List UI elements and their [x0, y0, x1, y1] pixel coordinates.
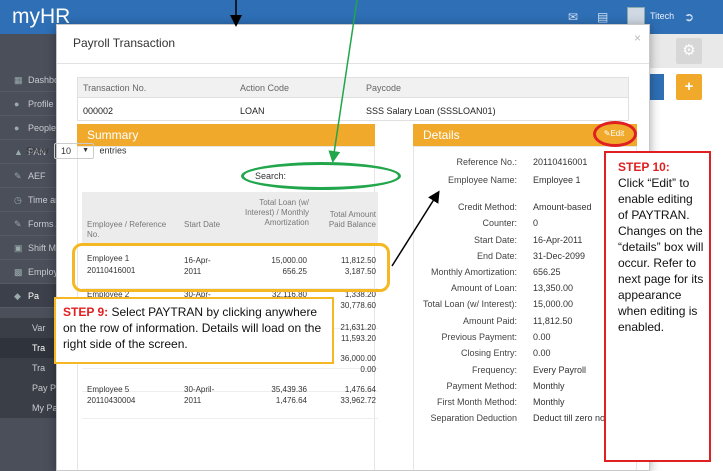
detail-value: 15,000.00	[533, 299, 574, 309]
detail-label: First Month Method:	[436, 397, 517, 407]
pencil-icon: ✎	[14, 171, 22, 181]
mail-icon[interactable]: ✉	[568, 10, 578, 24]
detail-label: Reference No.:	[456, 157, 517, 167]
entries-control: Show 10 ▼ entries	[26, 143, 127, 159]
step9-callout: STEP 9: Select PAYTRAN by clicking anywh…	[54, 297, 334, 364]
detail-value: 0	[533, 218, 539, 228]
detail-value: Monthly	[533, 397, 565, 407]
detail-label: Previous Payment:	[441, 332, 517, 342]
people-icon: ●	[14, 123, 20, 133]
dashboard-icon: ▦	[14, 75, 23, 85]
sidebar-sub-transaction-2[interactable]: Tra	[0, 358, 62, 378]
transaction-info-table: Transaction No. Action Code Paycode 0000…	[77, 77, 629, 121]
avatar[interactable]	[627, 7, 645, 25]
transaction-header-row	[78, 78, 628, 98]
detail-value: 0.00	[533, 332, 551, 342]
panel-strip	[650, 74, 664, 100]
detail-value: Amount-based	[533, 202, 592, 212]
detail-value: Deduct till zero no	[533, 413, 606, 423]
step10-label: STEP 10:	[618, 160, 670, 174]
step10-text: Click “Edit” to enable editing of PAYTRA…	[618, 176, 704, 334]
detail-value: Monthly	[533, 381, 565, 391]
detail-label: End Date:	[476, 251, 517, 261]
sidebar-sub-my-payslip[interactable]: My Pay	[0, 398, 62, 418]
detail-label: Separation Deduction	[430, 413, 517, 423]
detail-label: Counter:	[482, 218, 517, 228]
detail-value: Employee 1	[533, 175, 581, 185]
logout-icon[interactable]: ➲	[684, 10, 694, 24]
col-total-loan[interactable]: Total Loan (w/ Interest) / Monthly Amort…	[234, 198, 309, 228]
action-code-value: LOAN	[240, 106, 265, 116]
sidebar-sub-variable[interactable]: Var	[0, 318, 62, 338]
sidebar-item-dashboard[interactable]: ▦ Dashbo	[0, 68, 62, 92]
show-label: Show	[26, 145, 49, 156]
sidebar-item-employee[interactable]: ▩ Employ	[0, 260, 62, 284]
detail-value: 11,812.50	[533, 316, 573, 326]
detail-value: 656.25	[533, 267, 561, 277]
chart-icon: ▩	[14, 267, 23, 277]
settings-gear-icon[interactable]: ⚙	[676, 38, 702, 64]
sidebar-item-shift[interactable]: ▣ Shift Ma	[0, 236, 62, 260]
entries-select[interactable]: 10 ▼	[54, 143, 95, 159]
detail-value: 0.00	[533, 348, 551, 358]
detail-value: 16-Apr-2011	[533, 235, 583, 245]
clock-icon: ◷	[14, 195, 22, 205]
detail-label: Amount of Loan:	[450, 283, 517, 293]
search-highlight-oval	[241, 162, 401, 190]
col-amount-paid[interactable]: Total Amount Paid Balance	[318, 210, 376, 230]
caret-down-icon: ▼	[82, 147, 90, 154]
detail-label: Payment Method:	[446, 381, 517, 391]
user-icon: ●	[14, 99, 20, 109]
detail-value: Every Payroll	[533, 365, 587, 375]
step9-label: STEP 9:	[63, 305, 109, 319]
transaction-no-header: Transaction No.	[83, 83, 147, 93]
transaction-no-value: 000002	[83, 106, 114, 116]
detail-value: 13,350.00	[533, 283, 574, 293]
selected-row-highlight	[72, 243, 390, 292]
add-icon[interactable]: +	[676, 74, 702, 100]
detail-label: Amount Paid:	[462, 316, 517, 326]
sidebar-item-profile[interactable]: ● Profile	[0, 92, 62, 116]
calendar-icon: ▣	[14, 243, 23, 253]
detail-label: Employee Name:	[447, 175, 517, 185]
action-code-header: Action Code	[240, 83, 290, 93]
detail-label: Frequency:	[471, 365, 517, 375]
col-start-date[interactable]: Start Date	[184, 220, 224, 230]
sidebar-sub-pay-period[interactable]: Pay P	[0, 378, 62, 398]
inbox-icon[interactable]: ▤	[597, 10, 608, 24]
sidebar-item-time[interactable]: ◷ Time an	[0, 188, 62, 212]
modal-divider	[57, 63, 649, 64]
edit-highlight-circle	[593, 121, 637, 147]
sidebar-sub-transaction[interactable]: Tra	[0, 338, 62, 358]
forms-icon: ✎	[14, 219, 22, 229]
detail-value: 31-Dec-2099	[533, 251, 586, 261]
table-row[interactable]: Employee 5 20110430004 30-April-2011 35,…	[82, 379, 378, 419]
entries-label: entries	[99, 145, 127, 156]
user-name[interactable]: Titech	[650, 11, 674, 21]
sidebar-item-forms[interactable]: ✎ Forms A	[0, 212, 62, 236]
detail-value: 20110416001	[533, 157, 588, 167]
sidebar-item-people[interactable]: ● People	[0, 116, 62, 140]
detail-label: Monthly Amortization:	[430, 267, 517, 277]
sidebar-item-payroll[interactable]: ◆ Pa	[0, 284, 62, 308]
detail-label: Closing Entry:	[460, 348, 517, 358]
col-employee[interactable]: Employee / Reference No.	[87, 220, 167, 240]
step10-callout: STEP 10: Click “Edit” to enable editing …	[604, 151, 711, 462]
close-icon[interactable]: ×	[634, 31, 641, 45]
detail-label: Total Loan (w/ Interest):	[422, 299, 517, 309]
sidebar-item-aef[interactable]: ✎ AEF	[0, 164, 62, 188]
detail-label: Start Date:	[473, 235, 517, 245]
sidebar: ▦ Dashbo ● Profile ● People ▲ PAN ✎ AEF ◷ Time…	[0, 34, 62, 471]
payroll-icon: ◆	[14, 291, 21, 301]
detail-label: Credit Method:	[457, 202, 517, 212]
paycode-header: Paycode	[366, 83, 402, 93]
paycode-value: SSS Salary Loan (SSSLOAN01)	[366, 106, 496, 116]
modal-title: Payroll Transaction	[73, 36, 176, 50]
